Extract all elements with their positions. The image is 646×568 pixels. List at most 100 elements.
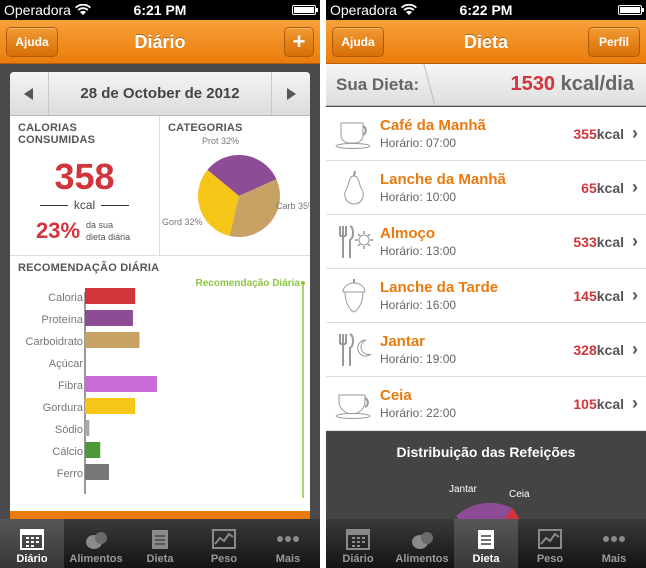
tab-alimentos[interactable]: Alimentos — [64, 519, 128, 568]
meal-kcal: 105kcal — [573, 396, 624, 412]
battery-icon — [618, 5, 644, 15]
diet-kcal-value: 1530 — [510, 73, 556, 95]
meal-section-peek — [10, 511, 310, 519]
diet-percent-label: da sua dieta diária — [86, 219, 130, 243]
meal-kcal: 145kcal — [573, 288, 624, 304]
meal-kcal-value: 355 — [573, 125, 597, 142]
chevron-right-icon — [287, 87, 296, 100]
tick-label: Caloria — [48, 292, 84, 304]
meal-kcal-value: 533 — [573, 233, 597, 250]
meal-kcal-unit: kcal — [596, 341, 624, 358]
tab-label: Mais — [275, 553, 301, 565]
graph-icon — [537, 527, 563, 551]
tab-mais[interactable]: Mais — [256, 519, 320, 568]
bar-sódio — [85, 420, 90, 436]
tick-label: Gordura — [43, 402, 84, 414]
tab-dieta[interactable]: Dieta — [454, 519, 518, 568]
kcal-unit-row: kcal — [18, 198, 151, 212]
bar-caloria — [85, 288, 136, 304]
graph-icon — [211, 527, 237, 551]
more-icon — [601, 527, 627, 551]
tab-bar: Diário Alimentos Dieta Peso Mais — [326, 519, 646, 568]
notepad-icon — [473, 527, 499, 551]
meal-name: Almoço — [380, 225, 436, 242]
tab-label: Diário — [342, 553, 374, 565]
wifi-icon — [74, 4, 91, 15]
tab-mais[interactable]: Mais — [582, 519, 646, 568]
meal-kcal: 328kcal — [573, 342, 624, 358]
nav-bar: Ajuda Diário + — [0, 20, 320, 64]
tab-diario[interactable]: Diário — [0, 519, 64, 568]
tab-alimentos[interactable]: Alimentos — [390, 519, 454, 568]
meal-text: Almoço Horário: 13:00 — [374, 225, 573, 258]
daily-recommendation-panel: RECOMENDAÇÃO DIÁRIA Recomendação Diária C… — [10, 256, 310, 518]
kcal-unit: kcal — [73, 198, 96, 212]
carrier: Operadora — [4, 2, 91, 18]
distribution-pie-chart — [456, 502, 521, 522]
meal-time: Horário: 19:00 — [380, 352, 457, 366]
tab-diario[interactable]: Diário — [326, 519, 390, 568]
meal-name: Lanche da Tarde — [380, 279, 499, 296]
calendar-icon — [19, 527, 45, 551]
carrier: Operadora — [330, 2, 417, 18]
meal-row[interactable]: Ceia Horário: 22:00 105kcal › — [326, 377, 646, 431]
divider — [39, 204, 68, 206]
meal-text: Lanche da Manhã Horário: 10:00 — [374, 171, 581, 204]
bar-proteína — [85, 310, 133, 326]
tea-cup-icon — [334, 384, 374, 424]
meal-row[interactable]: Almoço Horário: 13:00 533kcal › — [326, 215, 646, 269]
next-day-button[interactable] — [272, 72, 310, 115]
tab-peso[interactable]: Peso — [518, 519, 582, 568]
bar-fibra — [85, 376, 157, 392]
apple-icon — [409, 527, 435, 551]
tab-peso[interactable]: Peso — [192, 519, 256, 568]
meal-text: Jantar Horário: 19:00 — [374, 333, 573, 366]
percent-label-line-1: da sua — [86, 220, 114, 230]
meal-kcal: 355kcal — [573, 126, 624, 142]
diet-value: 1530 kcal/dia — [426, 73, 646, 96]
meal-kcal: 65kcal — [581, 180, 624, 196]
chevron-right-icon: › — [632, 285, 638, 305]
meal-row[interactable]: Lanche da Tarde Horário: 16:00 145kcal › — [326, 269, 646, 323]
meal-row[interactable]: Lanche da Manhã Horário: 10:00 65kcal › — [326, 161, 646, 215]
reference-legend: Recomendação Diária — [196, 278, 301, 289]
tick-label: Cálcio — [52, 446, 83, 458]
pie-label-prot: Prot 32% — [202, 136, 240, 146]
meal-time: Horário: 22:00 — [380, 406, 457, 420]
meal-name: Ceia — [380, 387, 412, 404]
diet-percent: 23% — [36, 218, 81, 243]
prev-day-button[interactable] — [10, 72, 48, 115]
profile-button[interactable]: Perfil — [588, 27, 640, 57]
meal-kcal-value: 328 — [573, 341, 597, 358]
tab-label: Dieta — [472, 553, 500, 565]
carrier-name: Operadora — [330, 2, 397, 18]
meal-name: Café da Manhã — [380, 117, 486, 134]
bar-ferro — [85, 464, 109, 480]
meal-time: Horário: 10:00 — [380, 190, 457, 204]
meal-time: Horário: 13:00 — [380, 244, 457, 258]
meal-kcal-unit: kcal — [596, 125, 624, 142]
diet-summary-bar: Sua Dieta: 1530 kcal/dia — [326, 64, 646, 106]
diet-label: Sua Dieta: — [326, 64, 426, 106]
coffee-cup-icon — [334, 114, 374, 154]
meal-kcal-value: 65 — [581, 179, 597, 196]
meal-row[interactable]: Jantar Horário: 19:00 328kcal › — [326, 323, 646, 377]
tick-label: Ferro — [57, 468, 83, 480]
battery-icon — [292, 5, 318, 15]
calories-consumed-panel: CALORIAS CONSUMIDAS 358 kcal 23% da sua … — [10, 116, 160, 255]
bar-gordura — [85, 398, 136, 414]
tick-label: Carboidrato — [26, 336, 83, 348]
meal-kcal-unit: kcal — [596, 287, 624, 304]
tab-dieta[interactable]: Dieta — [128, 519, 192, 568]
notepad-icon — [147, 527, 173, 551]
meal-list: Café da Manhã Horário: 07:00 355kcal › Lanch… — [326, 107, 646, 431]
calendar-icon — [345, 527, 371, 551]
meal-kcal-value: 105 — [573, 395, 597, 412]
meal-text: Café da Manhã Horário: 07:00 — [374, 117, 573, 150]
meal-row[interactable]: Café da Manhã Horário: 07:00 355kcal › — [326, 107, 646, 161]
chevron-right-icon: › — [632, 177, 638, 197]
tab-bar: Diário Alimentos Dieta Peso Mais — [0, 519, 320, 568]
add-button[interactable]: + — [284, 27, 314, 57]
meal-time: Horário: 16:00 — [380, 298, 457, 312]
meal-kcal-unit: kcal — [596, 233, 624, 250]
